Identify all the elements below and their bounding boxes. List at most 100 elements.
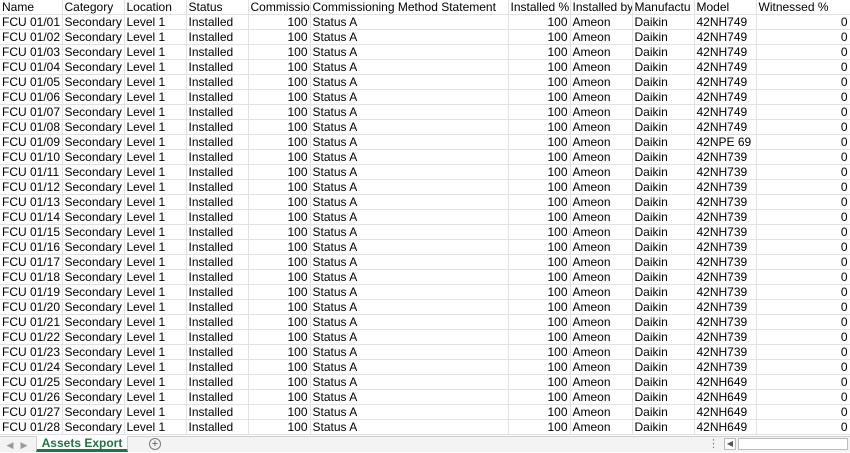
cell-witnessed_pct[interactable]: 0 — [756, 224, 850, 240]
cell-installed_by[interactable]: Ameon — [570, 359, 633, 375]
cell-commissioned[interactable]: 100 — [248, 164, 311, 180]
cell-installed_pct[interactable]: 100 — [508, 374, 571, 390]
column-header-installed_by[interactable]: Installed by — [570, 0, 633, 15]
cell-commissioned[interactable]: 100 — [248, 224, 311, 240]
cell-installed_by[interactable]: Ameon — [570, 149, 633, 165]
worksheet-grid[interactable]: Name Category Location Status Commissio Commi… — [0, 0, 850, 436]
cell-manufacturer[interactable]: Daikin — [632, 44, 695, 60]
triangle-left-icon[interactable]: ◀ — [4, 439, 16, 451]
cell-witnessed_pct[interactable]: 0 — [756, 59, 850, 75]
cell-model[interactable]: 42NH739 — [694, 164, 757, 180]
cell-commissioned[interactable]: 100 — [248, 179, 311, 195]
cell-category[interactable]: Secondary — [62, 104, 125, 120]
cell-model[interactable]: 42NH739 — [694, 209, 757, 225]
cell-status[interactable]: Installed — [186, 404, 249, 420]
cell-manufacturer[interactable]: Daikin — [632, 149, 695, 165]
plus-circle-icon[interactable]: + — [149, 438, 161, 450]
cell-location[interactable]: Level 1 — [124, 329, 187, 345]
cell-manufacturer[interactable]: Daikin — [632, 29, 695, 45]
cell-manufacturer[interactable]: Daikin — [632, 119, 695, 135]
cell-witnessed_pct[interactable]: 0 — [756, 74, 850, 90]
column-header-status[interactable]: Status — [186, 0, 249, 15]
cell-status[interactable]: Installed — [186, 359, 249, 375]
cell-category[interactable]: Secondary — [62, 119, 125, 135]
cell-name[interactable]: FCU 01/21 — [0, 314, 63, 330]
cell-installed_by[interactable]: Ameon — [570, 134, 633, 150]
cell-location[interactable]: Level 1 — [124, 194, 187, 210]
cell-commissioned[interactable]: 100 — [248, 419, 311, 435]
cell-commissioned[interactable]: 100 — [248, 284, 311, 300]
cell-name[interactable]: FCU 01/15 — [0, 224, 63, 240]
cell-witnessed_pct[interactable]: 0 — [756, 344, 850, 360]
cell-method[interactable]: Status A — [310, 359, 509, 375]
cell-category[interactable]: Secondary — [62, 419, 125, 435]
sheet-tab-assets-export[interactable]: Assets Export — [36, 436, 128, 452]
cell-manufacturer[interactable]: Daikin — [632, 359, 695, 375]
column-header-installed_pct[interactable]: Installed % — [508, 0, 571, 15]
cell-manufacturer[interactable]: Daikin — [632, 284, 695, 300]
cell-installed_pct[interactable]: 100 — [508, 389, 571, 405]
cell-status[interactable]: Installed — [186, 74, 249, 90]
cell-commissioned[interactable]: 100 — [248, 149, 311, 165]
cell-status[interactable]: Installed — [186, 149, 249, 165]
cell-witnessed_pct[interactable]: 0 — [756, 404, 850, 420]
cell-model[interactable]: 42NH739 — [694, 269, 757, 285]
cell-installed_pct[interactable]: 100 — [508, 329, 571, 345]
cell-status[interactable]: Installed — [186, 284, 249, 300]
cell-witnessed_pct[interactable]: 0 — [756, 104, 850, 120]
cell-commissioned[interactable]: 100 — [248, 14, 311, 30]
cell-method[interactable]: Status A — [310, 14, 509, 30]
column-header-method[interactable]: Commissioning Method Statement — [310, 0, 509, 15]
cell-model[interactable]: 42NH739 — [694, 149, 757, 165]
cell-name[interactable]: FCU 01/04 — [0, 59, 63, 75]
cell-manufacturer[interactable]: Daikin — [632, 14, 695, 30]
cell-name[interactable]: FCU 01/26 — [0, 389, 63, 405]
column-header-witnessed_pct[interactable]: Witnessed % — [756, 0, 850, 15]
cell-location[interactable]: Level 1 — [124, 224, 187, 240]
cell-name[interactable]: FCU 01/11 — [0, 164, 63, 180]
cell-method[interactable]: Status A — [310, 164, 509, 180]
cell-category[interactable]: Secondary — [62, 164, 125, 180]
cell-method[interactable]: Status A — [310, 374, 509, 390]
cell-manufacturer[interactable]: Daikin — [632, 254, 695, 270]
cell-model[interactable]: 42NH649 — [694, 404, 757, 420]
cell-name[interactable]: FCU 01/25 — [0, 374, 63, 390]
cell-category[interactable]: Secondary — [62, 179, 125, 195]
cell-category[interactable]: Secondary — [62, 269, 125, 285]
cell-location[interactable]: Level 1 — [124, 209, 187, 225]
cell-witnessed_pct[interactable]: 0 — [756, 14, 850, 30]
cell-status[interactable]: Installed — [186, 164, 249, 180]
cell-method[interactable]: Status A — [310, 149, 509, 165]
cell-installed_pct[interactable]: 100 — [508, 254, 571, 270]
cell-status[interactable]: Installed — [186, 44, 249, 60]
cell-location[interactable]: Level 1 — [124, 119, 187, 135]
cell-method[interactable]: Status A — [310, 89, 509, 105]
cell-manufacturer[interactable]: Daikin — [632, 329, 695, 345]
cell-status[interactable]: Installed — [186, 209, 249, 225]
cell-model[interactable]: 42NH649 — [694, 374, 757, 390]
column-header-model[interactable]: Model — [694, 0, 757, 15]
cell-category[interactable]: Secondary — [62, 149, 125, 165]
cell-commissioned[interactable]: 100 — [248, 104, 311, 120]
cell-manufacturer[interactable]: Daikin — [632, 89, 695, 105]
cell-method[interactable]: Status A — [310, 419, 509, 435]
cell-installed_by[interactable]: Ameon — [570, 224, 633, 240]
cell-manufacturer[interactable]: Daikin — [632, 59, 695, 75]
cell-name[interactable]: FCU 01/18 — [0, 269, 63, 285]
cell-category[interactable]: Secondary — [62, 239, 125, 255]
cell-name[interactable]: FCU 01/23 — [0, 344, 63, 360]
cell-status[interactable]: Installed — [186, 329, 249, 345]
cell-manufacturer[interactable]: Daikin — [632, 224, 695, 240]
cell-commissioned[interactable]: 100 — [248, 239, 311, 255]
cell-method[interactable]: Status A — [310, 29, 509, 45]
cell-manufacturer[interactable]: Daikin — [632, 209, 695, 225]
cell-location[interactable]: Level 1 — [124, 14, 187, 30]
cell-category[interactable]: Secondary — [62, 59, 125, 75]
cell-location[interactable]: Level 1 — [124, 104, 187, 120]
cell-model[interactable]: 42NH749 — [694, 74, 757, 90]
cell-method[interactable]: Status A — [310, 134, 509, 150]
cell-installed_by[interactable]: Ameon — [570, 179, 633, 195]
cell-model[interactable]: 42NH739 — [694, 194, 757, 210]
cell-witnessed_pct[interactable]: 0 — [756, 269, 850, 285]
cell-name[interactable]: FCU 01/19 — [0, 284, 63, 300]
